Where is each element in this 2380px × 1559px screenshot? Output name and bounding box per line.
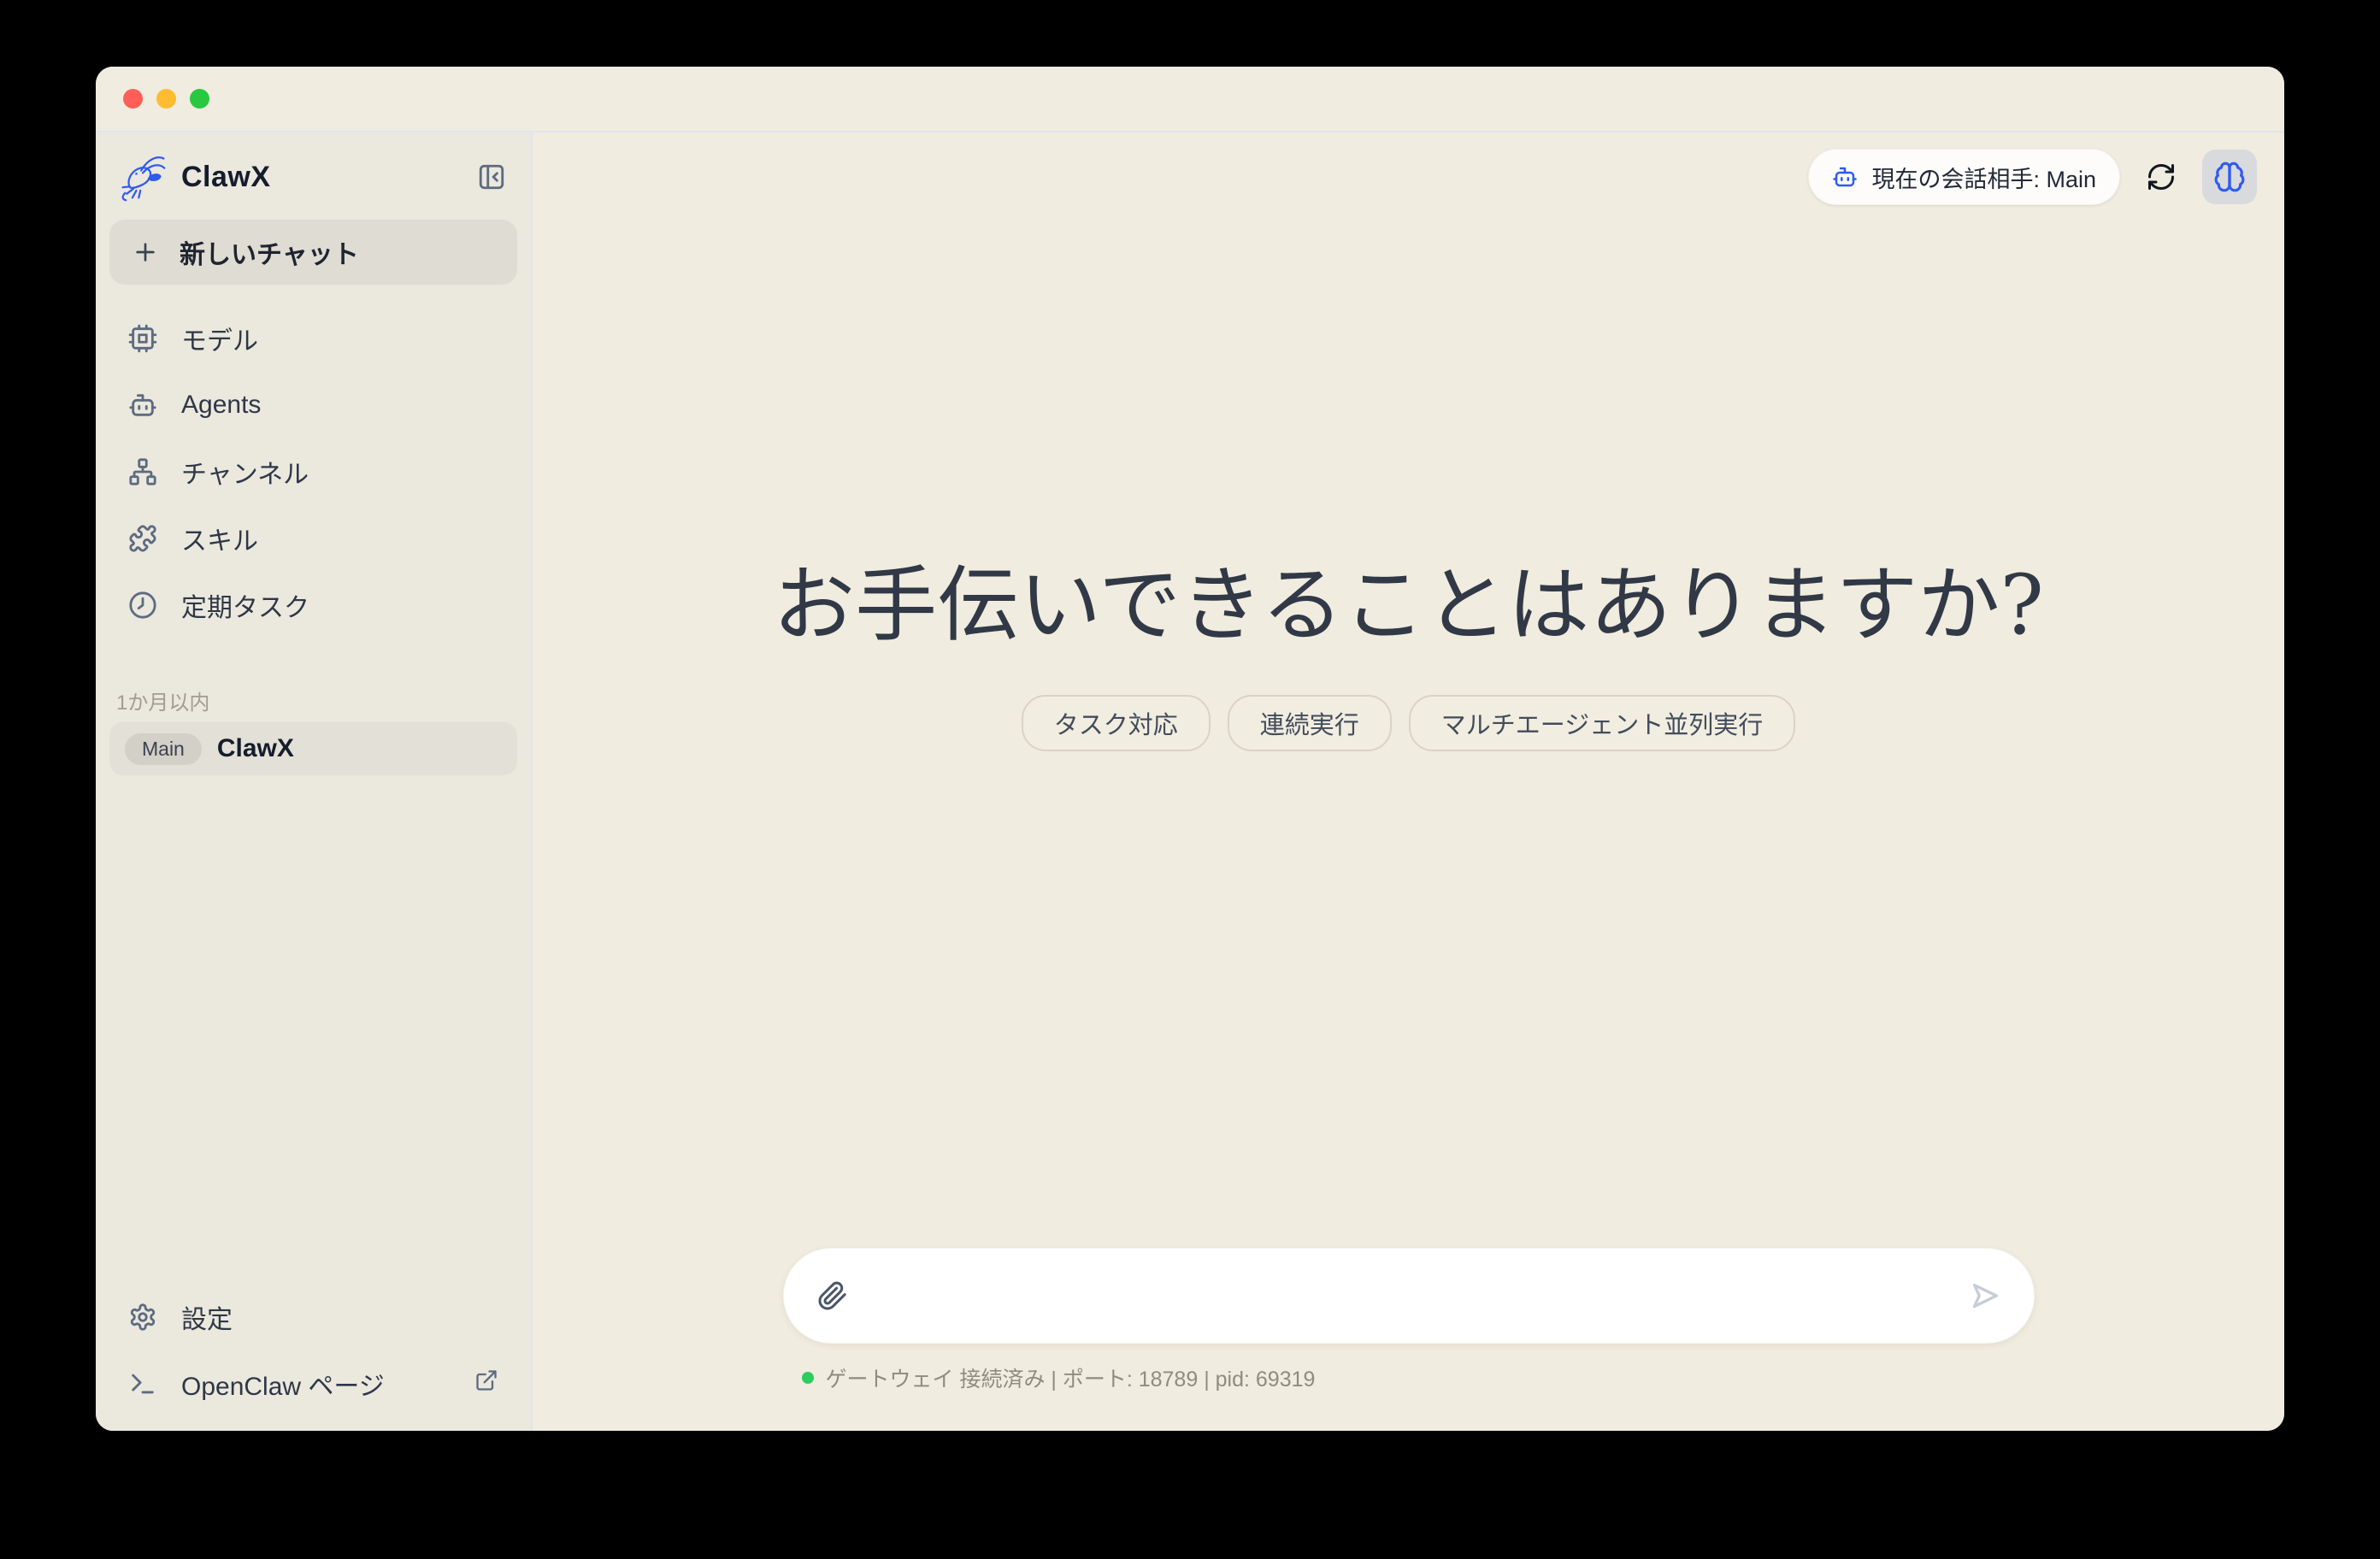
message-input[interactable] xyxy=(857,1248,1961,1344)
send-icon xyxy=(1968,1279,2002,1313)
sidebar-item-models[interactable]: モデル xyxy=(109,305,517,372)
main-content: 現在の会話相手: Main お手伝いできること xyxy=(533,132,2284,1431)
panel-collapse-icon xyxy=(477,162,506,191)
brain-icon xyxy=(2213,161,2246,193)
clock-icon xyxy=(128,591,157,620)
new-chat-button[interactable]: 新しいチャット xyxy=(109,220,517,285)
status-text: ゲートウェイ 接続済み | ポート: 18789 | pid: 69319 xyxy=(826,1362,1316,1393)
gateway-status: ゲートウェイ 接続済み | ポート: 18789 | pid: 69319 xyxy=(783,1362,2035,1393)
current-partner-chip[interactable]: 現在の会話相手: Main xyxy=(1808,149,2120,205)
cpu-icon xyxy=(128,324,157,353)
app-title: ClawX xyxy=(181,161,461,194)
sidebar-item-settings[interactable]: 設定 xyxy=(109,1284,517,1350)
terminal-icon xyxy=(128,1369,157,1398)
sidebar-item-label: スキル xyxy=(181,520,258,557)
close-window-button[interactable] xyxy=(123,89,143,109)
external-link-icon xyxy=(474,1368,498,1399)
suggestion-pills: タスク対応 連続実行 マルチエージェント並列実行 xyxy=(533,695,2284,751)
sidebar-nav: モデル Agents チャンネル xyxy=(109,305,517,638)
sidebar-item-openclaw-page[interactable]: OpenClaw ページ xyxy=(109,1350,517,1417)
titlebar xyxy=(96,67,2284,132)
hero: お手伝いできることはありますか? タスク対応 連続実行 マルチエージェント並列実… xyxy=(533,558,2284,751)
clawx-logo-icon xyxy=(116,151,169,203)
paperclip-icon xyxy=(817,1280,848,1311)
sidebar-item-label: モデル xyxy=(181,320,258,357)
sidebar-item-label: 定期タスク xyxy=(181,586,309,624)
window-body: ClawX 新しいチャット xyxy=(96,132,2284,1431)
sidebar-item-agents[interactable]: Agents xyxy=(109,372,517,438)
sidebar-item-channels[interactable]: チャンネル xyxy=(109,438,517,505)
refresh-icon xyxy=(2146,162,2177,192)
sidebar-item-skills[interactable]: スキル xyxy=(109,505,517,572)
send-button[interactable] xyxy=(1961,1272,2009,1320)
collapse-sidebar-button[interactable] xyxy=(473,158,510,196)
app-window: ClawX 新しいチャット xyxy=(96,67,2284,1431)
traffic-lights xyxy=(123,89,209,109)
history-section-label: 1か月以内 xyxy=(109,686,517,714)
sidebar: ClawX 新しいチャット xyxy=(96,132,533,1431)
attach-file-button[interactable] xyxy=(809,1272,857,1320)
history-title: ClawX xyxy=(217,734,294,763)
history-badge: Main xyxy=(125,733,202,765)
suggestion-task-support[interactable]: タスク対応 xyxy=(1022,695,1211,751)
composer xyxy=(783,1248,2035,1344)
gear-icon xyxy=(128,1303,157,1332)
sidebar-item-label: Agents xyxy=(181,391,261,420)
plus-icon xyxy=(132,238,159,266)
greeting-heading: お手伝いできることはありますか? xyxy=(533,558,2284,652)
brain-mode-button[interactable] xyxy=(2202,150,2257,204)
composer-area: ゲートウェイ 接続済み | ポート: 18789 | pid: 69319 xyxy=(533,1248,2284,1393)
current-partner-label: 現在の会話相手: Main xyxy=(1871,161,2096,194)
sidebar-item-scheduled-tasks[interactable]: 定期タスク xyxy=(109,572,517,638)
new-chat-label: 新しいチャット xyxy=(180,233,359,271)
sidebar-item-label: チャンネル xyxy=(181,453,309,491)
header-controls: 現在の会話相手: Main xyxy=(1808,149,2257,205)
suggestion-multi-agent[interactable]: マルチエージェント並列実行 xyxy=(1409,695,1795,751)
sidebar-header: ClawX xyxy=(109,141,517,213)
status-dot-icon xyxy=(802,1372,814,1384)
sidebar-item-label: 設定 xyxy=(181,1298,233,1336)
robot-icon xyxy=(1832,164,1858,190)
sidebar-item-label: OpenClaw ページ xyxy=(181,1365,385,1403)
refresh-button[interactable] xyxy=(2139,155,2183,199)
network-icon xyxy=(128,457,157,486)
minimize-window-button[interactable] xyxy=(156,89,176,109)
robot-icon xyxy=(128,391,157,420)
puzzle-icon xyxy=(128,524,157,553)
suggestion-continuous-run[interactable]: 連続実行 xyxy=(1228,695,1392,751)
zoom-window-button[interactable] xyxy=(190,89,209,109)
history-item-clawx[interactable]: Main ClawX xyxy=(109,722,517,775)
sidebar-spacer xyxy=(109,775,517,1284)
